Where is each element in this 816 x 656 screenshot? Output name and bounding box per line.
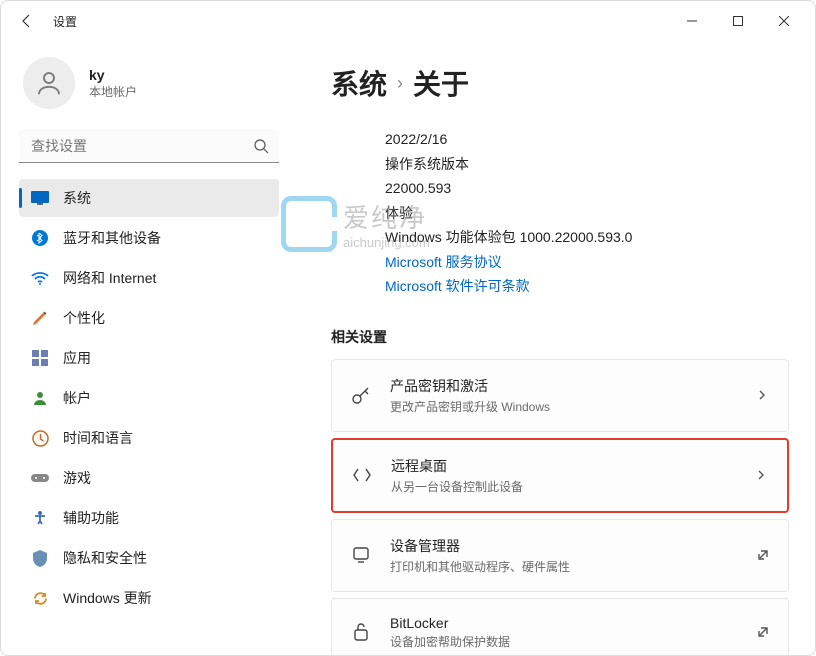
card-remote-desktop[interactable]: 远程桌面 从另一台设备控制此设备: [331, 438, 789, 513]
shield-icon: [31, 549, 49, 567]
nav-item-personalization[interactable]: 个性化: [19, 299, 279, 337]
clock-globe-icon: [31, 429, 49, 447]
related-settings-title: 相关设置: [331, 327, 789, 347]
gamepad-icon: [31, 469, 49, 487]
nav-item-apps[interactable]: 应用: [19, 339, 279, 377]
experience-value: Windows 功能体验包 1000.22000.593.0: [385, 225, 789, 250]
nav-label: 蓝牙和其他设备: [63, 228, 161, 248]
avatar: [23, 57, 75, 109]
related-cards: 产品密钥和激活 更改产品密钥或升级 Windows 远程桌面 从另一台设备控制此…: [331, 359, 789, 656]
nav-item-gaming[interactable]: 游戏: [19, 459, 279, 497]
chevron-right-icon: ›: [397, 73, 403, 94]
nav-label: 应用: [63, 348, 91, 368]
nav-label: 个性化: [63, 308, 105, 328]
sidebar: ky 本地帐户 系统 蓝牙和其他设备 网络和 Internet: [1, 41, 301, 655]
nav-label: 帐户: [63, 388, 91, 408]
card-sub: 设备加密帮助保护数据: [390, 633, 738, 650]
remote-desktop-icon: [351, 464, 373, 486]
card-sub: 更改产品密钥或升级 Windows: [390, 398, 738, 415]
card-sub: 从另一台设备控制此设备: [391, 478, 737, 495]
card-title: 产品密钥和激活: [390, 376, 738, 396]
chevron-right-icon: [756, 388, 770, 402]
breadcrumb-current: 关于: [413, 63, 469, 103]
maximize-button[interactable]: [715, 6, 761, 36]
external-link-icon: [756, 625, 770, 639]
card-title: BitLocker: [390, 615, 738, 631]
nav-item-network[interactable]: 网络和 Internet: [19, 259, 279, 297]
key-icon: [350, 384, 372, 406]
nav-item-windows-update[interactable]: Windows 更新: [19, 579, 279, 617]
os-build-label: 操作系统版本: [385, 152, 789, 177]
nav-label: Windows 更新: [63, 588, 152, 608]
card-bitlocker[interactable]: BitLocker 设备加密帮助保护数据: [331, 598, 789, 656]
nav-label: 游戏: [63, 468, 91, 488]
nav-label: 系统: [63, 188, 91, 208]
bluetooth-icon: [31, 229, 49, 247]
nav-label: 时间和语言: [63, 428, 133, 448]
card-sub: 打印机和其他驱动程序、硬件属性: [390, 558, 738, 575]
chevron-right-icon: [755, 468, 769, 482]
accessibility-icon: [31, 509, 49, 527]
about-info: 2022/2/16 操作系统版本 22000.593 体验 Windows 功能…: [331, 127, 789, 299]
breadcrumb: 系统 › 关于: [331, 63, 789, 103]
search-icon: [253, 138, 269, 154]
apps-icon: [31, 349, 49, 367]
lock-icon: [350, 621, 372, 643]
nav-item-accounts[interactable]: 帐户: [19, 379, 279, 417]
profile[interactable]: ky 本地帐户: [19, 49, 301, 129]
nav-item-privacy[interactable]: 隐私和安全性: [19, 539, 279, 577]
card-device-manager[interactable]: 设备管理器 打印机和其他驱动程序、硬件属性: [331, 519, 789, 592]
back-button[interactable]: [9, 3, 45, 39]
nav-item-time-language[interactable]: 时间和语言: [19, 419, 279, 457]
ms-services-link[interactable]: Microsoft 服务协议: [385, 254, 502, 270]
update-icon: [31, 589, 49, 607]
profile-name: ky: [89, 67, 137, 83]
card-product-key[interactable]: 产品密钥和激活 更改产品密钥或升级 Windows: [331, 359, 789, 432]
experience-label: 体验: [385, 201, 789, 226]
ms-license-link[interactable]: Microsoft 软件许可条款: [385, 278, 530, 294]
card-title: 设备管理器: [390, 536, 738, 556]
profile-sub: 本地帐户: [89, 83, 137, 100]
nav-label: 辅助功能: [63, 508, 119, 528]
wifi-icon: [31, 269, 49, 287]
nav-item-accessibility[interactable]: 辅助功能: [19, 499, 279, 537]
close-button[interactable]: [761, 6, 807, 36]
device-manager-icon: [350, 544, 372, 566]
card-title: 远程桌面: [391, 456, 737, 476]
breadcrumb-parent[interactable]: 系统: [331, 63, 387, 103]
window-title: 设置: [53, 13, 77, 30]
display-icon: [31, 189, 49, 207]
main-panel: 系统 › 关于 2022/2/16 操作系统版本 22000.593 体验 Wi…: [301, 41, 815, 655]
window-controls: [669, 6, 807, 36]
nav-item-system[interactable]: 系统: [19, 179, 279, 217]
nav-label: 隐私和安全性: [63, 548, 147, 568]
nav-item-bluetooth[interactable]: 蓝牙和其他设备: [19, 219, 279, 257]
person-icon: [31, 389, 49, 407]
search-input[interactable]: [19, 129, 279, 163]
nav-label: 网络和 Internet: [63, 268, 156, 288]
minimize-button[interactable]: [669, 6, 715, 36]
search-box[interactable]: [19, 129, 279, 163]
os-build-value: 22000.593: [385, 176, 789, 201]
nav: 系统 蓝牙和其他设备 网络和 Internet 个性化 应用 帐户: [19, 179, 301, 617]
titlebar: 设置: [1, 1, 815, 41]
external-link-icon: [756, 548, 770, 562]
brush-icon: [31, 309, 49, 327]
install-date: 2022/2/16: [385, 127, 789, 152]
